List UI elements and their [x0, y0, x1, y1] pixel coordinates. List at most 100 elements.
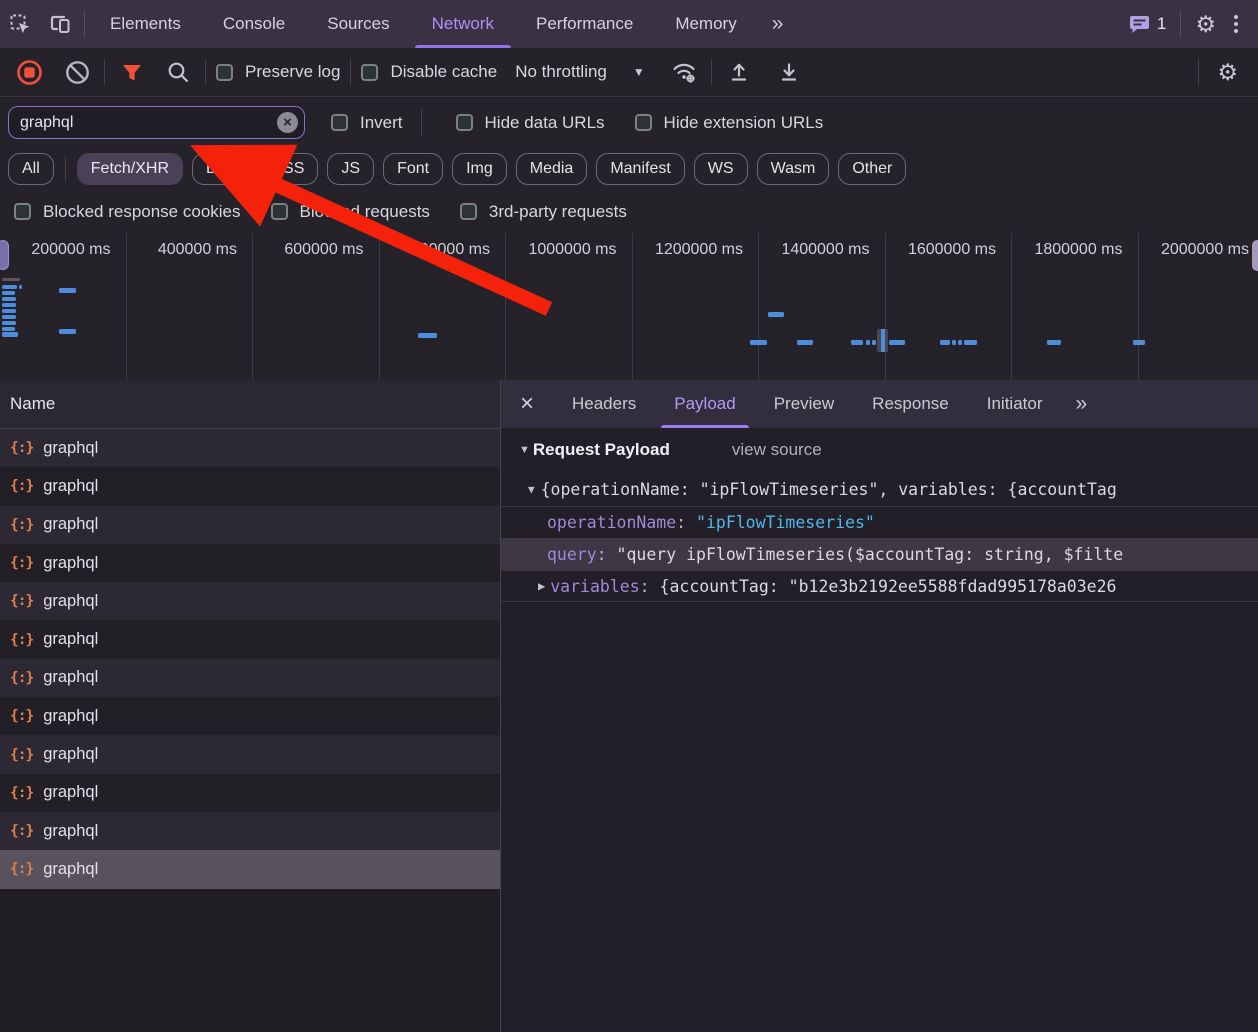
- expand-triangle-icon[interactable]: ▼: [528, 483, 535, 496]
- request-row[interactable]: {:}graphql: [0, 812, 500, 850]
- request-row[interactable]: {:}graphql: [0, 774, 500, 812]
- clear-network-log-button[interactable]: [60, 55, 94, 89]
- timeline-request-bar: [2, 321, 16, 325]
- request-name: graphql: [43, 477, 98, 496]
- fetch-xhr-request-icon: {:}: [10, 555, 33, 571]
- topbar-right-cluster: 1 ⚙: [1129, 0, 1258, 48]
- toolbar-divider: [1198, 59, 1199, 85]
- payload-operation-row[interactable]: operationName: "ipFlowTimeseries": [501, 506, 1258, 538]
- timeline-request-bar: [418, 333, 437, 338]
- payload-root-preview: {operationName: "ipFlowTimeseries", vari…: [541, 480, 1117, 499]
- timeline-left-scroll-handle[interactable]: [0, 240, 9, 270]
- tab-sources[interactable]: Sources: [306, 0, 410, 48]
- preserve-log-checkbox[interactable]: [216, 64, 233, 81]
- import-har-button[interactable]: [722, 55, 756, 89]
- blocked-response-cookies-checkbox[interactable]: [14, 203, 31, 220]
- timeline-request-bar: [750, 340, 767, 345]
- record-network-log-button[interactable]: [12, 55, 46, 89]
- fetch-xhr-request-icon: {:}: [10, 478, 33, 494]
- network-main-area: Name {:}graphql{:}graphql{:}graphql{:}gr…: [0, 380, 1258, 1032]
- request-row[interactable]: {:} graphql: [0, 467, 500, 505]
- details-tab-initiator[interactable]: Initiator: [968, 380, 1062, 428]
- fetch-xhr-request-icon: {:}: [10, 823, 33, 839]
- network-settings-gear-icon[interactable]: ⚙: [1209, 61, 1246, 84]
- fetch-xhr-request-icon: {:}: [10, 632, 33, 648]
- device-toolbar-button[interactable]: [40, 0, 80, 48]
- request-row[interactable]: {:}graphql: [0, 697, 500, 735]
- view-source-link[interactable]: view source: [732, 440, 822, 460]
- request-name: graphql: [43, 860, 98, 879]
- more-tabs-icon[interactable]: »: [758, 0, 796, 48]
- tab-elements[interactable]: Elements: [89, 0, 202, 48]
- more-options-menu-icon[interactable]: [1226, 15, 1246, 33]
- filter-toggle-button[interactable]: [115, 55, 149, 89]
- request-row[interactable]: {:}graphql: [0, 506, 500, 544]
- filter-chip-media[interactable]: Media: [516, 153, 588, 185]
- request-row[interactable]: {:}graphql: [0, 735, 500, 773]
- network-conditions-button[interactable]: [667, 55, 701, 89]
- third-party-requests-checkbox[interactable]: [460, 203, 477, 220]
- filter-chip-ws[interactable]: WS: [694, 153, 748, 185]
- disable-cache-checkbox[interactable]: [361, 64, 378, 81]
- filter-divider: [421, 110, 422, 136]
- details-tab-response[interactable]: Response: [853, 380, 968, 428]
- hide-data-urls-checkbox[interactable]: [456, 114, 473, 131]
- filter-input-wrap: ×: [8, 106, 305, 139]
- timeline-request-bar: [2, 303, 16, 307]
- throttling-dropdown[interactable]: No throttling ▼: [515, 62, 645, 82]
- details-more-tabs-icon[interactable]: »: [1061, 380, 1099, 428]
- fetch-xhr-request-icon: {:}: [10, 517, 33, 533]
- settings-gear-icon[interactable]: ⚙: [1195, 13, 1216, 36]
- filter-chip-fetch-xhr[interactable]: Fetch/XHR: [77, 153, 183, 185]
- inspect-element-button[interactable]: [0, 0, 40, 48]
- collapse-triangle-icon[interactable]: ▼: [519, 444, 530, 456]
- export-har-button[interactable]: [772, 55, 806, 89]
- request-name: graphql: [43, 668, 98, 687]
- issues-indicator[interactable]: 1: [1129, 14, 1166, 34]
- hide-extension-urls-checkbox[interactable]: [635, 114, 652, 131]
- timeline-request-bar: [2, 315, 16, 319]
- fetch-xhr-request-icon: {:}: [10, 861, 33, 877]
- timeline-request-bar: [2, 278, 20, 281]
- filter-chip-all[interactable]: All: [8, 153, 54, 185]
- request-row[interactable]: {:}graphql: [0, 544, 500, 582]
- payload-variables-row[interactable]: ▶ variables: {accountTag: "b12e3b2192ee5…: [501, 570, 1258, 602]
- filter-chip-font[interactable]: Font: [383, 153, 443, 185]
- timeline-right-scroll-handle[interactable]: [1252, 240, 1258, 271]
- details-tab-payload[interactable]: Payload: [655, 380, 754, 428]
- filter-chip-img[interactable]: Img: [452, 153, 507, 185]
- tab-memory[interactable]: Memory: [654, 0, 757, 48]
- close-details-icon[interactable]: ×: [501, 380, 553, 428]
- toolbar-divider: [104, 59, 105, 85]
- payload-root-row[interactable]: ▼ {operationName: "ipFlowTimeseries", va…: [501, 472, 1258, 506]
- name-column-header[interactable]: Name: [0, 380, 500, 429]
- request-row[interactable]: {:}graphql: [0, 659, 500, 697]
- filter-input[interactable]: [8, 106, 305, 139]
- request-row[interactable]: {:}graphql: [0, 429, 500, 467]
- tab-network[interactable]: Network: [411, 0, 515, 48]
- filter-chip-css[interactable]: CSS: [257, 153, 318, 185]
- request-row[interactable]: {:} graphql: [0, 850, 500, 888]
- tab-console[interactable]: Console: [202, 0, 306, 48]
- preserve-log-group: Preserve log: [216, 62, 340, 82]
- filter-chip-manifest[interactable]: Manifest: [596, 153, 684, 185]
- details-tab-headers[interactable]: Headers: [553, 380, 655, 428]
- filter-chip-other[interactable]: Other: [838, 153, 906, 185]
- payload-query-row[interactable]: query: "query ipFlowTimeseries($accountT…: [501, 538, 1258, 570]
- clear-filter-icon[interactable]: ×: [277, 112, 298, 133]
- filter-chip-wasm[interactable]: Wasm: [757, 153, 830, 185]
- invert-checkbox[interactable]: [331, 114, 348, 131]
- filter-chip-js[interactable]: JS: [327, 153, 374, 185]
- network-filter-row: × Invert Hide data URLs Hide extension U…: [0, 98, 1258, 147]
- details-tabs: HeadersPayloadPreviewResponseInitiator: [553, 380, 1061, 428]
- expand-triangle-icon[interactable]: ▶: [538, 579, 545, 593]
- network-overview-timeline[interactable]: 200000 ms400000 ms600000 ms800000 ms1000…: [0, 233, 1258, 381]
- request-row[interactable]: {:}graphql: [0, 620, 500, 658]
- request-row[interactable]: {:}graphql: [0, 582, 500, 620]
- tab-performance[interactable]: Performance: [515, 0, 654, 48]
- blocked-requests-checkbox[interactable]: [271, 203, 288, 220]
- filter-chip-doc[interactable]: Doc: [192, 153, 248, 185]
- issues-count: 1: [1157, 14, 1166, 34]
- details-tab-preview[interactable]: Preview: [755, 380, 853, 428]
- search-network-button[interactable]: [161, 55, 195, 89]
